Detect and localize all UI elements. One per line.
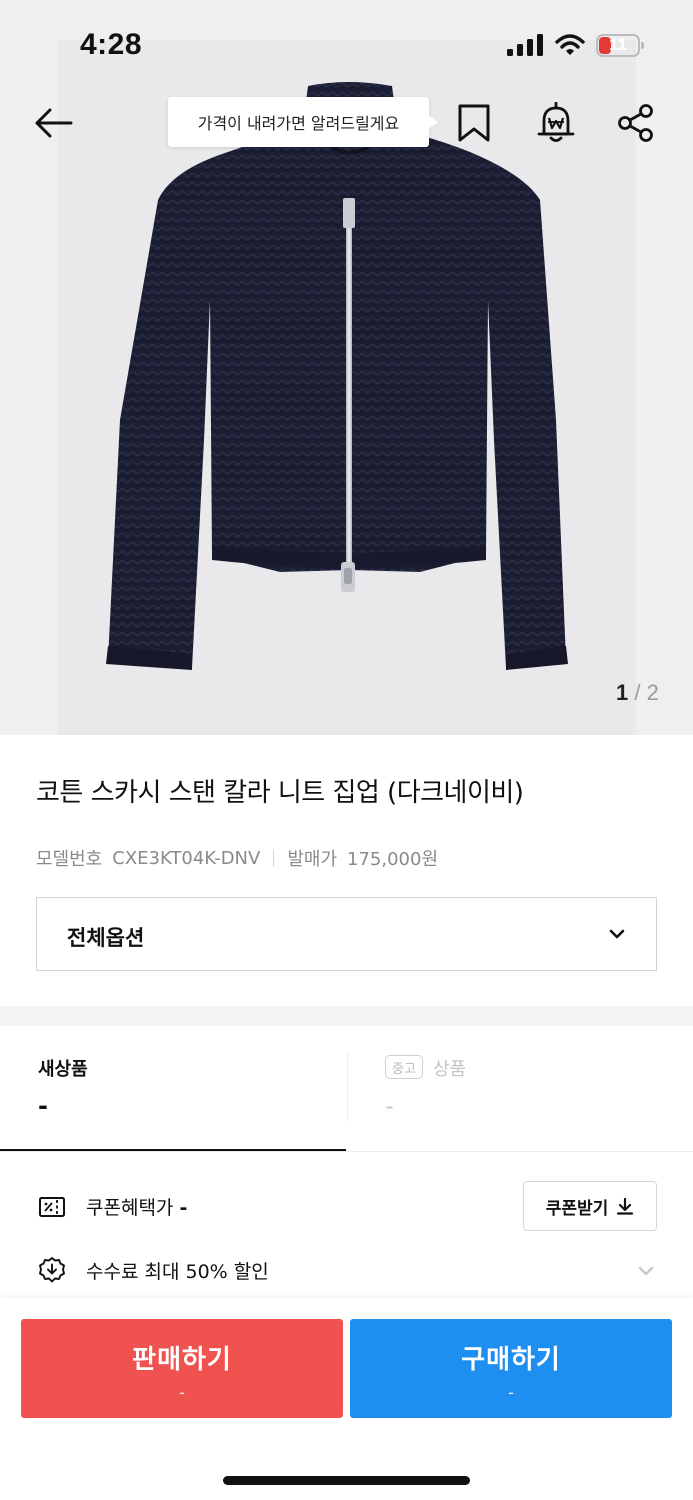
coupon-icon	[39, 1197, 65, 1217]
fee-discount-text: 수수료 최대 50% 할인	[86, 1261, 269, 1283]
price-alert-button[interactable]	[531, 98, 581, 148]
discount-badge-icon	[39, 1257, 65, 1283]
sell-button[interactable]: 판매하기 -	[21, 1319, 343, 1418]
sell-button-label: 판매하기	[132, 1345, 232, 1375]
tab-used-price: -	[385, 1092, 394, 1120]
model-number: CXE3KT04K-DNV	[112, 847, 261, 869]
section-divider	[0, 1006, 693, 1026]
coupon-price-value: -	[179, 1197, 188, 1219]
cellular-signal-icon	[507, 34, 543, 56]
used-badge: 중고	[385, 1055, 423, 1079]
wifi-icon	[555, 34, 585, 55]
option-select-label: 전체옵션	[67, 926, 145, 950]
image-page-counter: 1 / 2	[616, 680, 659, 706]
buy-button[interactable]: 구매하기 -	[350, 1319, 672, 1418]
buy-button-price: -	[508, 1383, 514, 1402]
tab-new-product[interactable]: 새상품 -	[0, 1026, 346, 1152]
image-counter-separator: /	[634, 680, 641, 705]
battery-icon: 11	[596, 34, 646, 57]
release-price-label: 발매가	[287, 849, 338, 870]
price-alert-tooltip: 가격이 내려가면 알려드릴게요	[168, 97, 438, 147]
battery-level: 11	[609, 35, 627, 54]
back-button[interactable]	[28, 98, 78, 148]
share-icon	[618, 104, 653, 142]
home-indicator	[223, 1476, 470, 1485]
product-meta: 모델번호 CXE3KT04K-DNV 발매가 175,000원	[36, 845, 438, 871]
fee-expand-chevron-icon[interactable]	[637, 1262, 655, 1280]
status-bar: 4:28 11	[0, 0, 693, 90]
tab-used-label: 상품	[433, 1059, 467, 1080]
product-title: 코튼 스카시 스탠 칼라 니트 집업 (다크네이비)	[36, 778, 524, 808]
tabs-border	[0, 1151, 693, 1152]
chevron-down-icon	[609, 929, 625, 939]
download-icon	[617, 1197, 634, 1215]
sell-button-price: -	[179, 1383, 185, 1402]
get-coupon-button[interactable]: 쿠폰받기	[523, 1181, 657, 1231]
meta-divider	[273, 849, 275, 867]
share-button[interactable]	[611, 98, 661, 148]
tab-used-product[interactable]: 중고 상품 -	[347, 1026, 693, 1152]
model-number-label: 모델번호	[36, 849, 103, 870]
arrow-left-icon	[35, 108, 73, 138]
bookmark-icon	[458, 104, 490, 142]
buy-button-label: 구매하기	[461, 1345, 561, 1375]
coupon-price-label: 쿠폰혜택가	[86, 1197, 174, 1219]
price-alert-bell-icon	[537, 102, 575, 142]
release-price: 175,000원	[347, 849, 439, 870]
tab-new-label: 새상품	[38, 1059, 88, 1080]
tab-new-price: -	[38, 1092, 48, 1120]
get-coupon-label: 쿠폰받기	[545, 1198, 609, 1219]
coupon-price-row: 쿠폰혜택가 -	[86, 1193, 187, 1220]
option-select[interactable]: 전체옵션	[36, 897, 657, 971]
status-time: 4:28	[80, 28, 143, 61]
bookmark-button[interactable]	[449, 98, 499, 148]
image-total-count: 2	[646, 680, 659, 705]
image-current-index: 1	[616, 680, 629, 705]
